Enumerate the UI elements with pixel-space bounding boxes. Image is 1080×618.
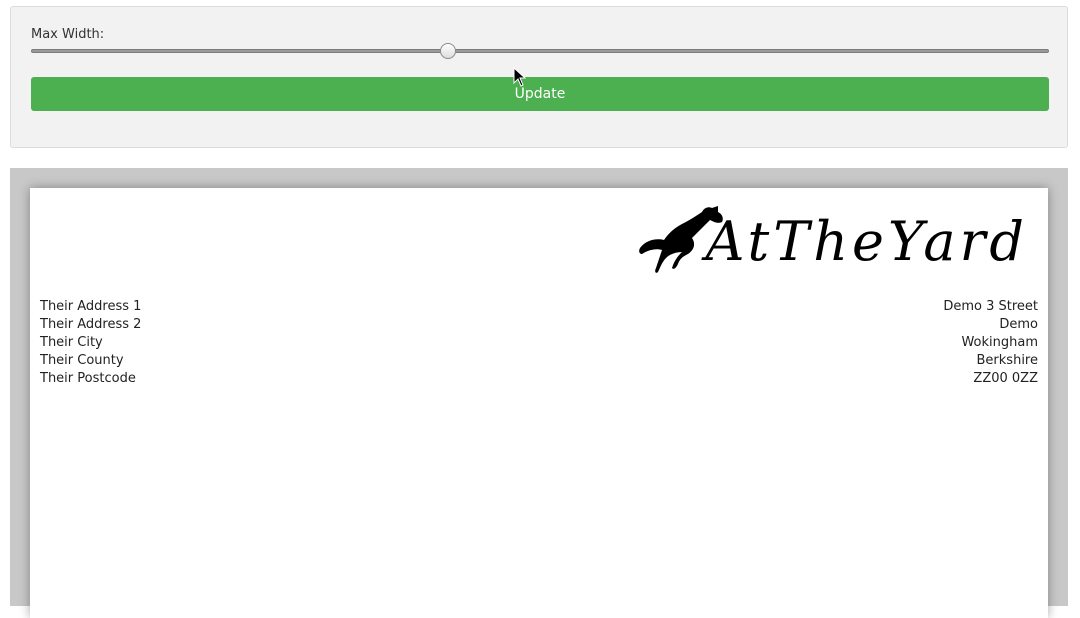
recipient-address-line: Their Address 2 [40, 317, 142, 332]
logo-wordmark: AtTheYard [705, 210, 1028, 273]
slider-thumb[interactable] [440, 43, 457, 59]
letter-page: AtTheYard Their Address 1 Their Address … [30, 188, 1048, 618]
letter-preview: AtTheYard Their Address 1 Their Address … [10, 168, 1068, 618]
slider-track[interactable] [31, 49, 1049, 53]
max-width-label: Max Width: [31, 27, 105, 42]
settings-panel: Max Width: Update [10, 6, 1068, 148]
recipient-address-line: Their City [40, 335, 103, 350]
recipient-address-line: Their Postcode [40, 371, 136, 386]
sender-address: Demo 3 Street Demo Wokingham Berkshire Z… [943, 298, 1038, 388]
sender-address-line: Berkshire [976, 353, 1038, 368]
sender-address-line: Wokingham [961, 335, 1038, 350]
recipient-address: Their Address 1 Their Address 2 Their Ci… [40, 298, 141, 388]
company-logo: AtTheYard [634, 202, 1034, 278]
sender-address-line: ZZ00 0ZZ [973, 371, 1038, 386]
recipient-address-line: Their Address 1 [40, 299, 142, 314]
mouse-cursor-icon [513, 67, 527, 87]
sender-address-line: Demo 3 Street [943, 299, 1038, 314]
max-width-slider[interactable] [31, 43, 1049, 59]
recipient-address-line: Their County [40, 353, 124, 368]
sender-address-line: Demo [999, 317, 1038, 332]
update-button[interactable]: Update [31, 77, 1049, 111]
